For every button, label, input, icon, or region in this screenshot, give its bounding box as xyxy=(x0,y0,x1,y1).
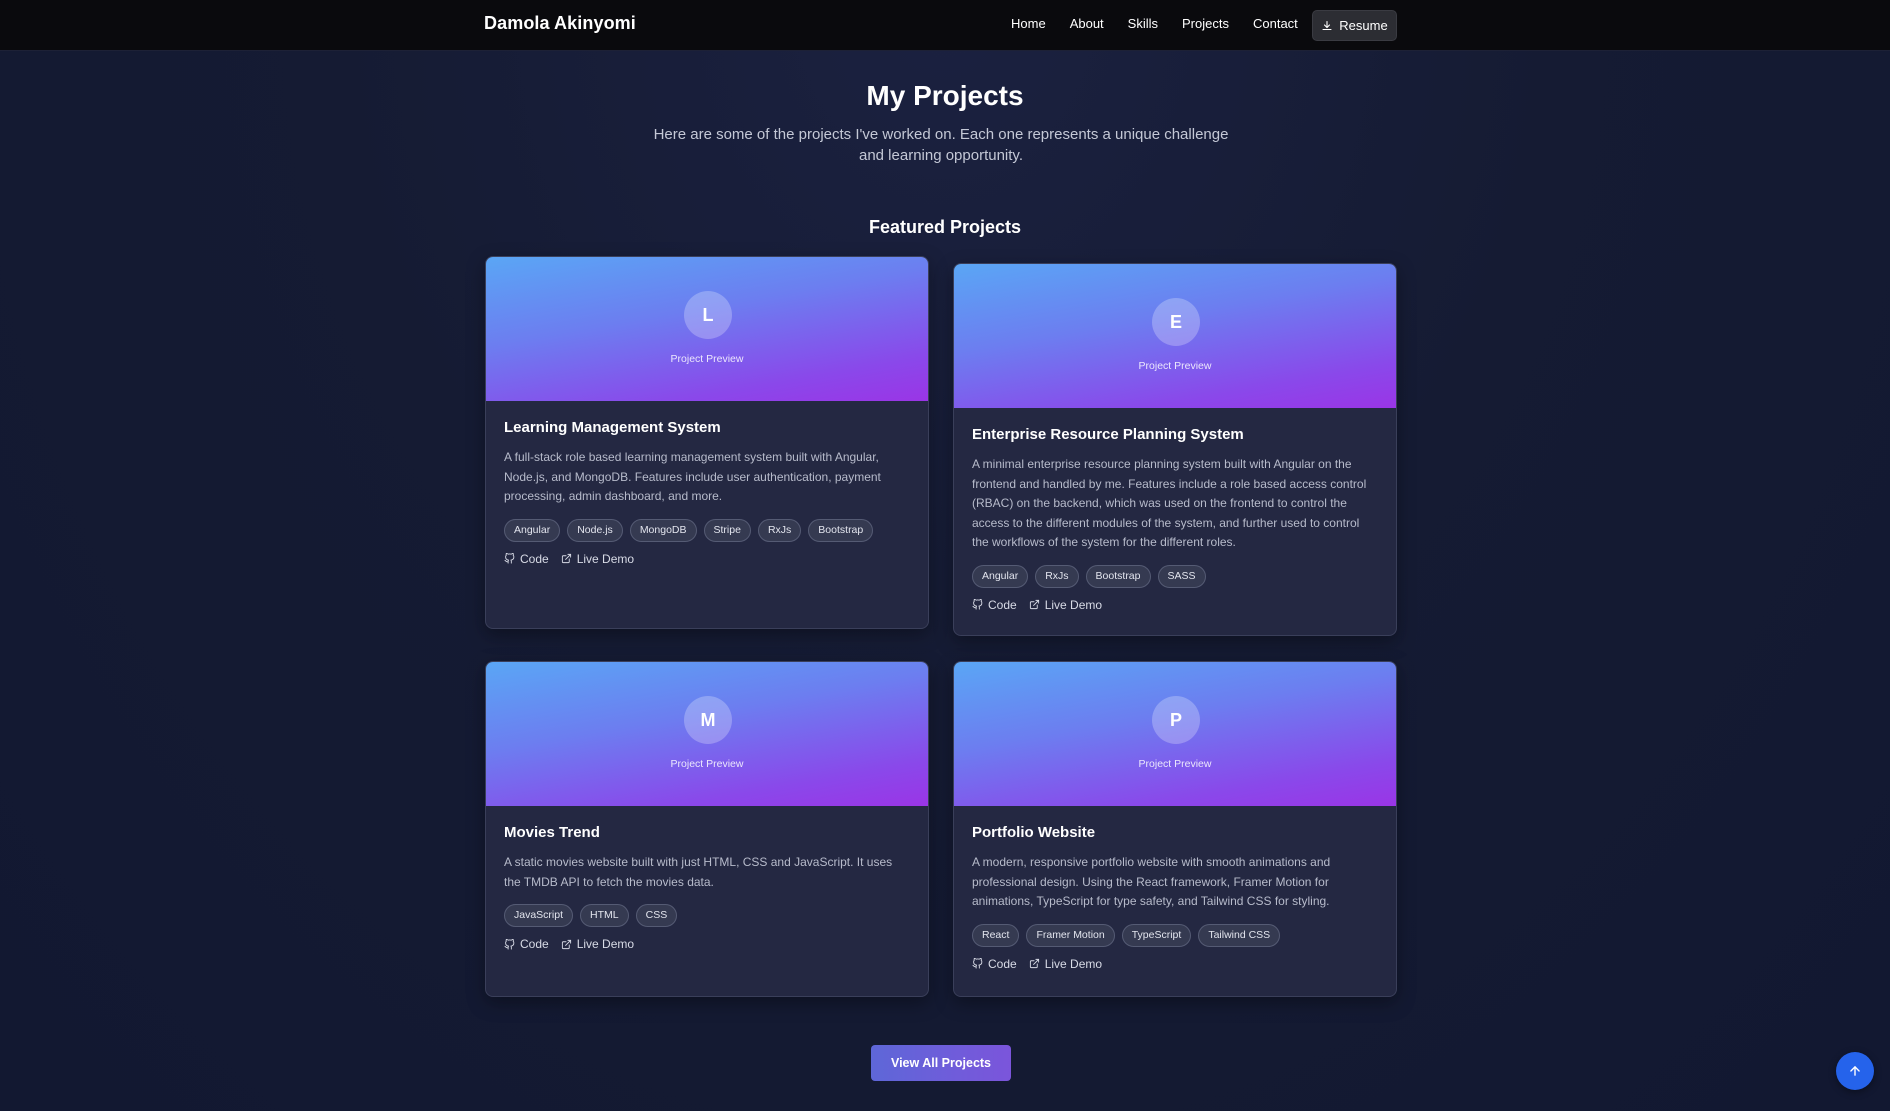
code-link[interactable]: Code xyxy=(972,598,1017,612)
scroll-to-top-button[interactable] xyxy=(1836,1052,1874,1090)
project-preview: L Project Preview xyxy=(486,257,928,401)
live-demo-label: Live Demo xyxy=(576,937,635,951)
live-demo-link[interactable]: Live Demo xyxy=(1029,598,1102,612)
tech-tag: SASS xyxy=(1157,564,1206,588)
code-link[interactable]: Code xyxy=(972,957,1017,971)
download-icon xyxy=(1322,20,1332,30)
project-preview: M Project Preview xyxy=(486,662,928,806)
tech-tag: MongoDB xyxy=(629,518,697,542)
project-description: A full-stack role based learning managem… xyxy=(504,450,881,503)
project-links: Code Live Demo xyxy=(972,598,1378,612)
tech-tag: Stripe xyxy=(703,518,751,542)
code-label: Code xyxy=(988,956,1017,971)
tech-tag: RxJs xyxy=(1035,564,1079,588)
project-preview: P Project Preview xyxy=(954,662,1396,806)
code-label: Code xyxy=(520,937,549,951)
project-title: Portfolio Website xyxy=(972,824,1096,841)
project-title: Movies Trend xyxy=(504,824,600,841)
project-card: M Project Preview Movies Trend A static … xyxy=(485,661,929,997)
nav-link-home[interactable]: Home xyxy=(1011,16,1046,31)
github-icon xyxy=(972,599,983,610)
project-title: Enterprise Resource Planning System xyxy=(972,426,1244,443)
brand-logo[interactable]: Damola Akinyomi xyxy=(484,13,636,34)
tech-tag: Angular xyxy=(504,518,561,542)
featured-section-title: Featured Projects xyxy=(868,217,1022,237)
code-link[interactable]: Code xyxy=(504,937,549,951)
live-demo-label: Live Demo xyxy=(1044,956,1103,971)
project-links: Code Live Demo xyxy=(972,957,1378,971)
project-initial: E xyxy=(1152,298,1200,346)
code-label: Code xyxy=(988,597,1017,612)
project-tags: Angular RxJs Bootstrap SASS xyxy=(972,564,1378,588)
project-links: Code Live Demo xyxy=(504,937,910,951)
preview-label: Project Preview xyxy=(670,353,744,365)
live-demo-label: Live Demo xyxy=(576,551,635,566)
nav-link-projects[interactable]: Projects xyxy=(1182,16,1229,31)
tech-tag: Bootstrap xyxy=(1085,564,1151,588)
arrow-up-icon xyxy=(1850,1066,1860,1076)
live-demo-label: Live Demo xyxy=(1044,597,1103,612)
live-demo-link[interactable]: Live Demo xyxy=(1029,957,1102,971)
nav-links: Home About Skills Projects Contact xyxy=(1011,16,1322,31)
external-link-icon xyxy=(1029,958,1039,969)
page-title: My Projects xyxy=(866,80,1024,111)
page-subtitle: Here are some of the projects I've worke… xyxy=(653,126,1229,164)
tech-tag: Tailwind CSS xyxy=(1198,923,1281,947)
tech-tag: JavaScript xyxy=(504,904,574,927)
project-preview: E Project Preview xyxy=(954,264,1396,408)
project-card: L Project Preview Learning Management Sy… xyxy=(485,256,929,629)
code-label: Code xyxy=(520,551,549,566)
external-link-icon xyxy=(1029,599,1039,610)
preview-label: Project Preview xyxy=(670,758,744,770)
project-description: A minimal enterprise resource planning s… xyxy=(972,457,1367,549)
tech-tag: Angular xyxy=(972,564,1029,588)
project-links: Code Live Demo xyxy=(504,552,910,566)
resume-button[interactable]: Resume xyxy=(1312,10,1397,41)
project-description: A modern, responsive portfolio website w… xyxy=(972,855,1331,908)
project-initial: M xyxy=(684,696,732,744)
tech-tag: CSS xyxy=(635,904,678,927)
tech-tag: HTML xyxy=(580,904,629,927)
live-demo-link[interactable]: Live Demo xyxy=(561,552,634,566)
nav-link-about[interactable]: About xyxy=(1070,16,1104,31)
tech-tag: Framer Motion xyxy=(1026,923,1115,947)
tech-tag: Node.js xyxy=(567,518,623,542)
project-tags: Angular Node.js MongoDB Stripe RxJs Boot… xyxy=(504,518,910,542)
tech-tag: Bootstrap xyxy=(808,518,874,542)
project-tags: React Framer Motion TypeScript Tailwind … xyxy=(972,923,1378,947)
tech-tag: React xyxy=(972,923,1020,947)
project-tags: JavaScript HTML CSS xyxy=(504,904,910,927)
github-icon xyxy=(504,553,515,564)
live-demo-link[interactable]: Live Demo xyxy=(561,937,634,951)
navbar: Damola Akinyomi Home About Skills Projec… xyxy=(0,0,1890,51)
nav-link-skills[interactable]: Skills xyxy=(1128,16,1158,31)
external-link-icon xyxy=(561,939,571,949)
project-card: P Project Preview Portfolio Website A mo… xyxy=(953,661,1397,997)
view-all-projects-button[interactable]: View All Projects xyxy=(871,1045,1011,1081)
code-link[interactable]: Code xyxy=(504,552,549,566)
resume-label: Resume xyxy=(1339,18,1388,33)
project-initial: L xyxy=(684,291,732,339)
project-description: A static movies website built with just … xyxy=(504,855,893,889)
github-icon xyxy=(504,938,515,950)
project-card: E Project Preview Enterprise Resource Pl… xyxy=(953,263,1397,636)
project-title: Learning Management System xyxy=(504,419,721,436)
tech-tag: TypeScript xyxy=(1121,923,1192,947)
nav-link-contact[interactable]: Contact xyxy=(1253,16,1298,31)
preview-label: Project Preview xyxy=(1138,758,1212,770)
tech-tag: RxJs xyxy=(757,518,802,542)
preview-label: Project Preview xyxy=(1138,360,1212,372)
project-initial: P xyxy=(1152,696,1200,744)
github-icon xyxy=(972,958,983,969)
external-link-icon xyxy=(561,553,571,564)
